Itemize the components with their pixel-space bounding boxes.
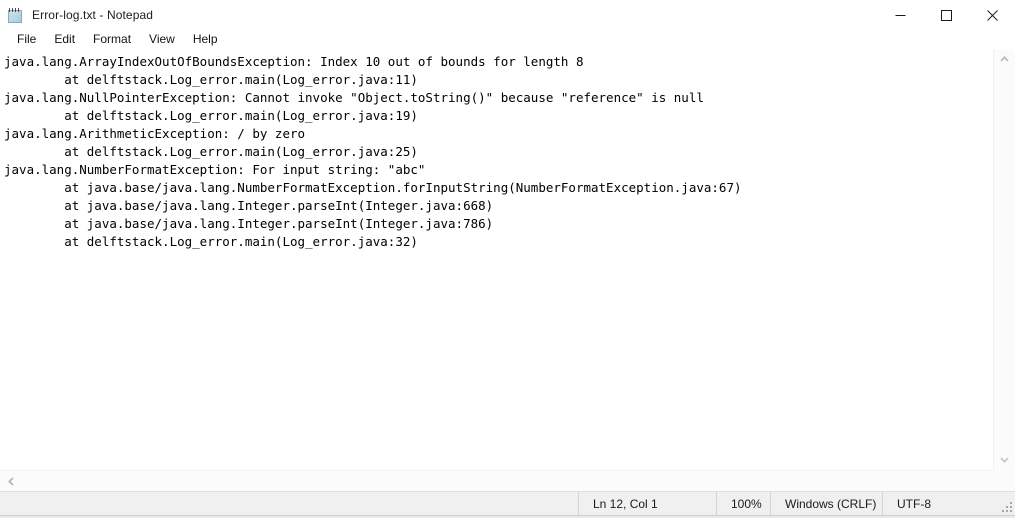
notepad-icon xyxy=(7,7,24,24)
chevron-up-icon xyxy=(1000,56,1009,62)
text-editor[interactable]: java.lang.ArrayIndexOutOfBoundsException… xyxy=(0,49,993,470)
status-encoding[interactable]: UTF-8 xyxy=(882,492,986,515)
close-button[interactable] xyxy=(969,0,1015,30)
status-zoom-level[interactable]: 100% xyxy=(716,492,770,515)
editor-line: at delftstack.Log_error.main(Log_error.j… xyxy=(4,234,418,249)
editor-line: at delftstack.Log_error.main(Log_error.j… xyxy=(4,108,418,123)
editor-line: java.lang.NumberFormatException: For inp… xyxy=(4,162,426,177)
editor-line: at java.base/java.lang.NumberFormatExcep… xyxy=(4,180,742,195)
menu-item-view[interactable]: View xyxy=(140,30,184,49)
minimize-button[interactable] xyxy=(877,0,923,30)
scroll-down-button[interactable] xyxy=(994,450,1015,470)
menu-item-edit[interactable]: Edit xyxy=(45,30,84,49)
chevron-down-icon xyxy=(1000,457,1009,463)
menu-item-format[interactable]: Format xyxy=(84,30,140,49)
menu-bar: File Edit Format View Help xyxy=(0,30,1015,49)
window-title: Error-log.txt - Notepad xyxy=(32,8,154,22)
status-line-ending[interactable]: Windows (CRLF) xyxy=(770,492,882,515)
minimize-icon xyxy=(895,14,905,16)
editor-line: at java.base/java.lang.Integer.parseInt(… xyxy=(4,216,494,231)
maximize-button[interactable] xyxy=(923,0,969,30)
notepad-window: Error-log.txt - Notepad File Edit Format… xyxy=(0,0,1015,518)
menu-item-file[interactable]: File xyxy=(8,30,45,49)
scrollbar-corner xyxy=(993,470,1015,491)
title-bar-left: Error-log.txt - Notepad xyxy=(0,7,877,24)
close-icon xyxy=(986,9,998,21)
editor-line: at delftstack.Log_error.main(Log_error.j… xyxy=(4,72,418,87)
status-bar-spacer xyxy=(0,492,578,515)
status-bar: Ln 12, Col 1 100% Windows (CRLF) UTF-8 xyxy=(0,491,1015,515)
menu-item-help[interactable]: Help xyxy=(184,30,227,49)
editor-line: at java.base/java.lang.Integer.parseInt(… xyxy=(4,198,494,213)
chevron-left-icon xyxy=(7,476,14,486)
resize-grip-icon[interactable] xyxy=(1001,501,1012,512)
editor-line: at delftstack.Log_error.main(Log_error.j… xyxy=(4,144,418,159)
title-bar[interactable]: Error-log.txt - Notepad xyxy=(0,0,1015,30)
vertical-scrollbar[interactable] xyxy=(993,49,1015,470)
editor-line: java.lang.NullPointerException: Cannot i… xyxy=(4,90,704,105)
editor-line: java.lang.ArrayIndexOutOfBoundsException… xyxy=(4,54,584,69)
bleed-edge-line xyxy=(0,515,1015,516)
scroll-left-button[interactable] xyxy=(0,471,21,491)
editor-line: java.lang.ArithmeticException: / by zero xyxy=(4,126,306,141)
horizontal-scrollbar[interactable] xyxy=(0,470,993,491)
status-grip-area xyxy=(986,492,1015,515)
status-cursor-position: Ln 12, Col 1 xyxy=(578,492,716,515)
editor-region: java.lang.ArrayIndexOutOfBoundsException… xyxy=(0,49,1015,491)
window-controls xyxy=(877,0,1015,30)
maximize-icon xyxy=(940,9,952,21)
scroll-up-button[interactable] xyxy=(994,49,1015,69)
